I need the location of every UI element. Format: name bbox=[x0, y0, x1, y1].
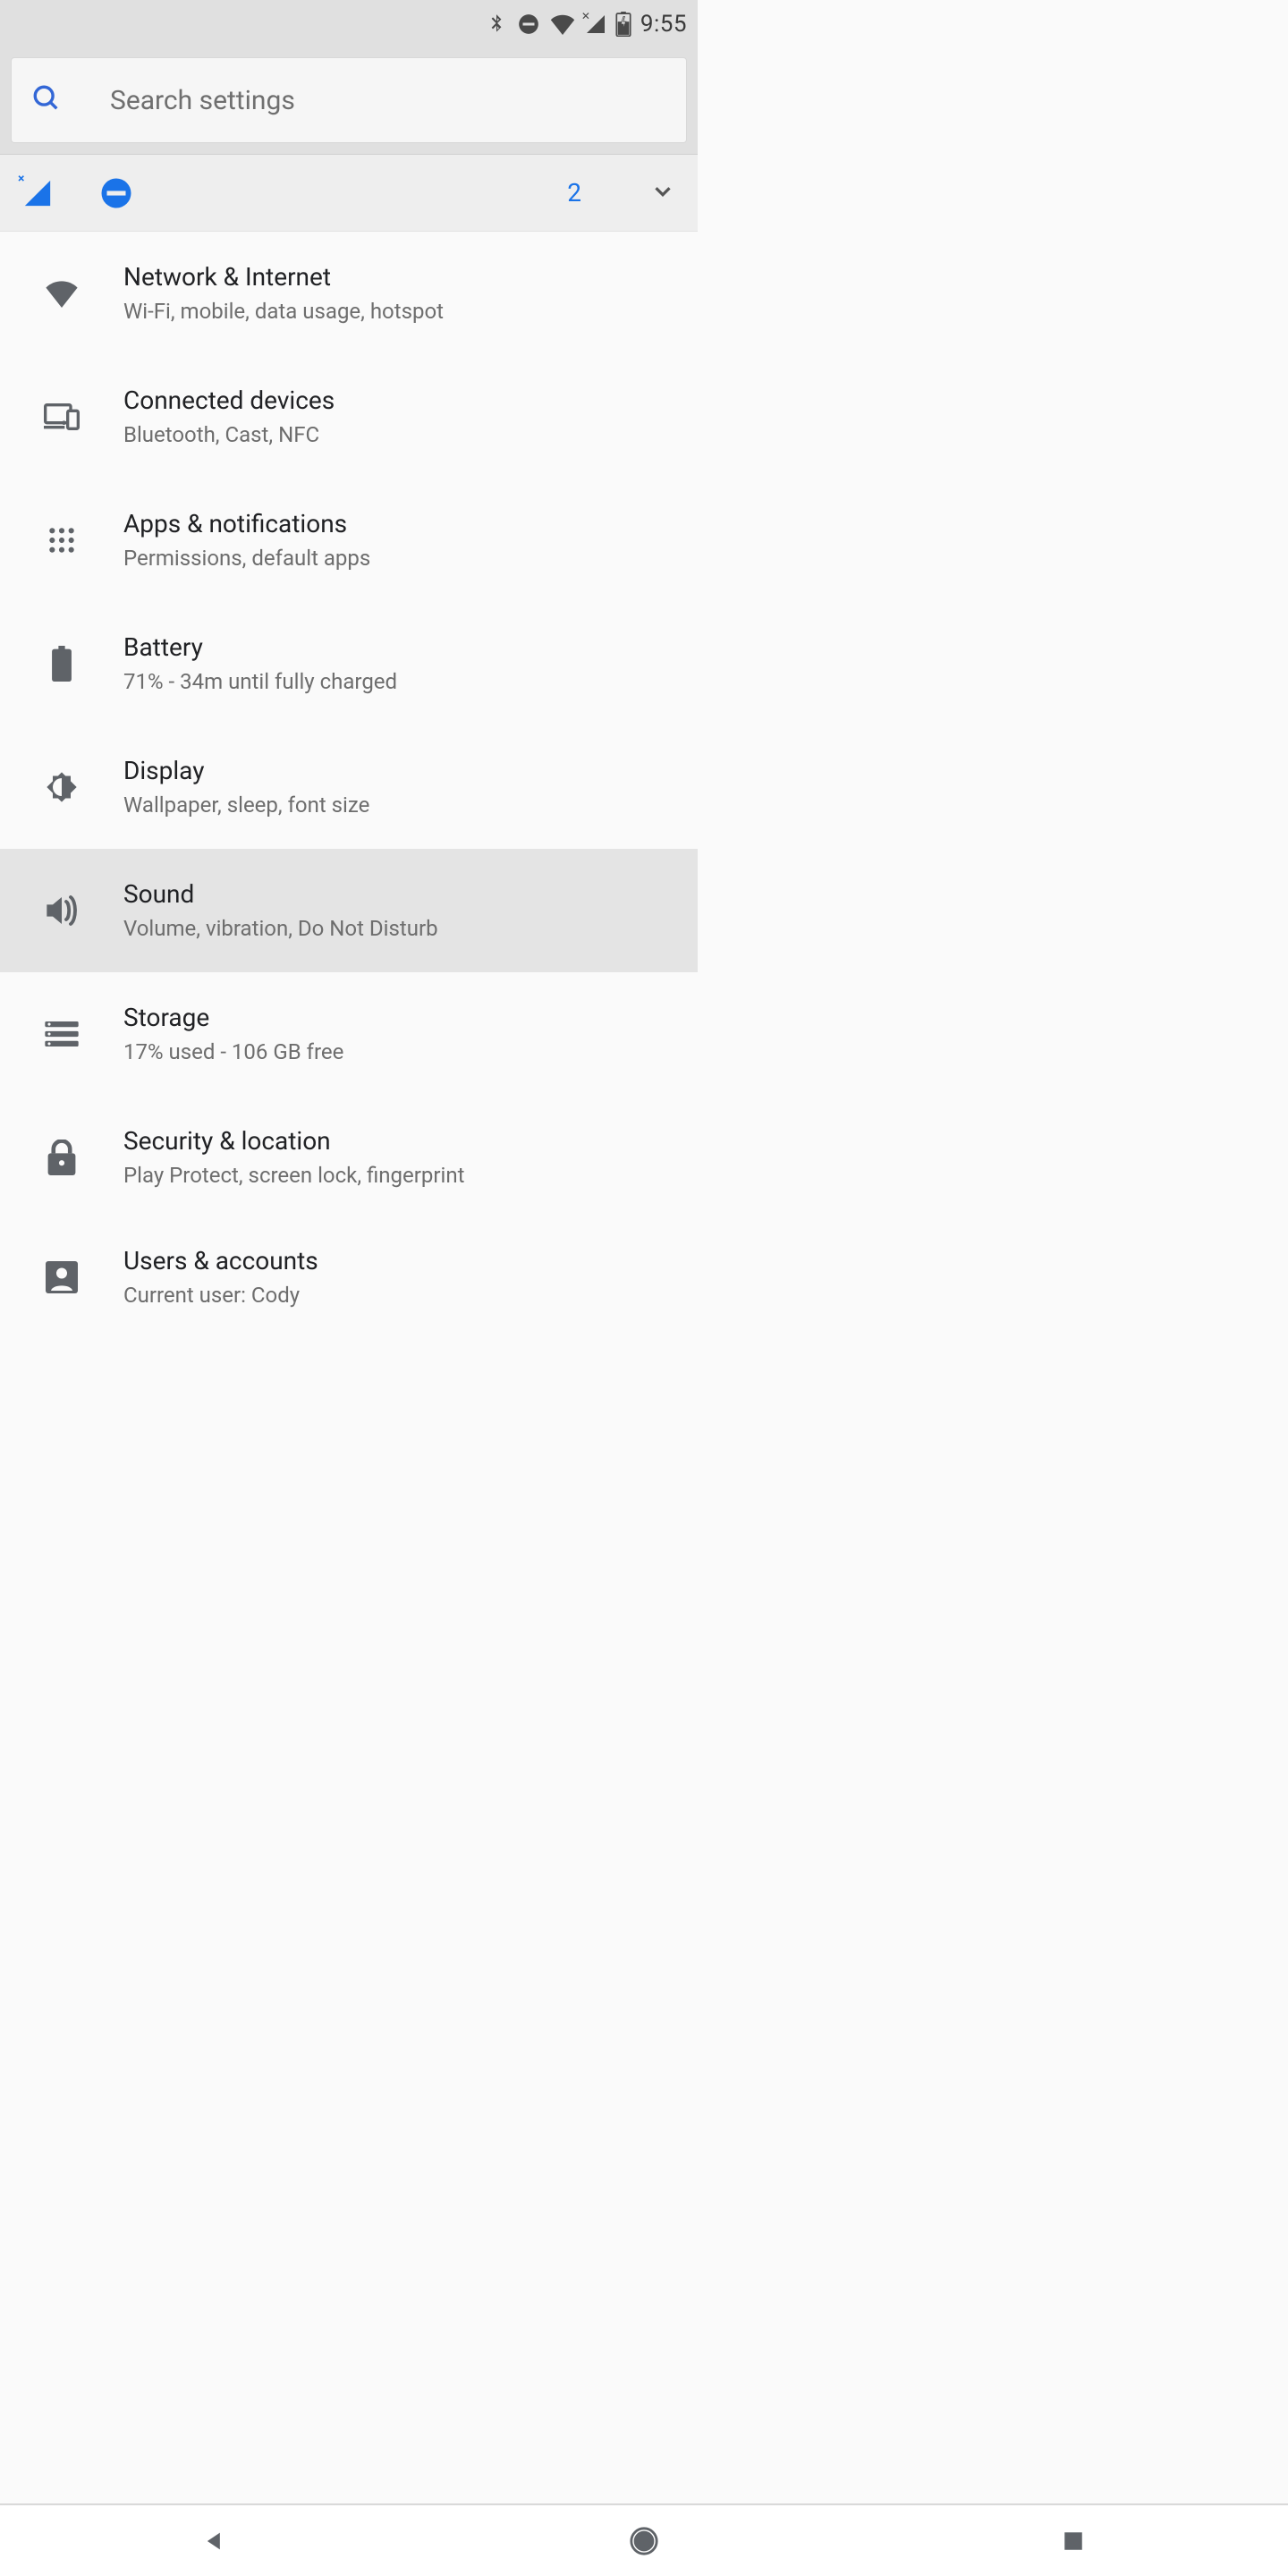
settings-item-text: Connected devices Bluetooth, Cast, NFC bbox=[123, 385, 698, 449]
settings-item-subtitle: Wi-Fi, mobile, data usage, hotspot bbox=[123, 298, 680, 326]
settings-item-sound[interactable]: Sound Volume, vibration, Do Not Disturb bbox=[0, 849, 698, 972]
settings-item-connected[interactable]: Connected devices Bluetooth, Cast, NFC bbox=[0, 355, 698, 479]
suggestion-strip[interactable]: × 2 bbox=[0, 155, 698, 232]
settings-item-subtitle: Wallpaper, sleep, font size bbox=[123, 792, 680, 819]
search-icon bbox=[31, 83, 62, 117]
settings-item-display[interactable]: Display Wallpaper, sleep, font size bbox=[0, 725, 698, 849]
settings-item-text: Network & Internet Wi-Fi, mobile, data us… bbox=[123, 261, 698, 326]
settings-item-apps[interactable]: Apps & notifications Permissions, default… bbox=[0, 479, 698, 602]
devices-icon bbox=[0, 403, 123, 430]
settings-item-title: Storage bbox=[123, 1002, 680, 1033]
do-not-disturb-status-icon bbox=[517, 13, 540, 36]
settings-item-title: Security & location bbox=[123, 1125, 680, 1157]
settings-item-title: Users & accounts bbox=[123, 1245, 680, 1276]
settings-item-title: Network & Internet bbox=[123, 261, 680, 292]
settings-item-text: Apps & notifications Permissions, default… bbox=[123, 508, 698, 572]
settings-item-text: Sound Volume, vibration, Do Not Disturb bbox=[123, 878, 698, 943]
chevron-down-icon bbox=[649, 178, 676, 208]
lock-icon bbox=[0, 1140, 123, 1175]
cell-signal-icon: ✕ bbox=[585, 13, 606, 35]
settings-item-subtitle: Bluetooth, Cast, NFC bbox=[123, 421, 680, 449]
battery-status-icon bbox=[615, 12, 631, 37]
wifi-status-icon bbox=[549, 13, 576, 35]
settings-item-storage[interactable]: Storage 17% used - 106 GB free bbox=[0, 972, 698, 1096]
settings-item-text: Storage 17% used - 106 GB free bbox=[123, 1002, 698, 1066]
settings-item-subtitle: Volume, vibration, Do Not Disturb bbox=[123, 915, 680, 943]
settings-item-text: Users & accounts Current user: Cody bbox=[123, 1245, 698, 1309]
settings-item-title: Apps & notifications bbox=[123, 508, 680, 539]
sound-icon bbox=[0, 894, 123, 927]
home-button[interactable] bbox=[624, 2521, 664, 2561]
settings-item-title: Display bbox=[123, 755, 680, 786]
bluetooth-icon bbox=[485, 11, 508, 38]
settings-item-text: Battery 71% - 34m until fully charged bbox=[123, 631, 698, 696]
wifi-icon bbox=[0, 279, 123, 308]
dnd-suggestion-icon bbox=[100, 177, 132, 209]
suggestion-count: 2 bbox=[567, 178, 581, 208]
account-icon bbox=[0, 1261, 123, 1293]
battery-icon bbox=[0, 646, 123, 682]
settings-item-text: Display Wallpaper, sleep, font size bbox=[123, 755, 698, 819]
search-placeholder: Search settings bbox=[110, 85, 295, 116]
storage-icon bbox=[0, 1021, 123, 1046]
settings-item-subtitle: Current user: Cody bbox=[123, 1282, 680, 1309]
settings-item-title: Battery bbox=[123, 631, 680, 663]
settings-item-subtitle: Play Protect, screen lock, fingerprint bbox=[123, 1162, 680, 1190]
navigation-bar bbox=[0, 2504, 1288, 2576]
clock-time: 9:55 bbox=[640, 11, 687, 38]
settings-item-battery[interactable]: Battery 71% - 34m until fully charged bbox=[0, 602, 698, 725]
settings-item-network[interactable]: Network & Internet Wi-Fi, mobile, data us… bbox=[0, 232, 698, 355]
cell-no-signal-suggestion-icon: × bbox=[21, 177, 54, 209]
settings-list: Network & Internet Wi-Fi, mobile, data us… bbox=[0, 232, 698, 1325]
settings-item-title: Sound bbox=[123, 878, 680, 910]
search-section: Search settings bbox=[0, 48, 698, 155]
recents-button[interactable] bbox=[1054, 2521, 1093, 2561]
settings-item-users[interactable]: Users & accounts Current user: Cody bbox=[0, 1219, 698, 1325]
settings-item-subtitle: Permissions, default apps bbox=[123, 545, 680, 572]
settings-item-title: Connected devices bbox=[123, 385, 680, 416]
settings-item-subtitle: 71% - 34m until fully charged bbox=[123, 668, 680, 696]
search-settings-card[interactable]: Search settings bbox=[11, 57, 687, 143]
back-button[interactable] bbox=[195, 2521, 234, 2561]
settings-item-security[interactable]: Security & location Play Protect, screen … bbox=[0, 1096, 698, 1219]
apps-icon bbox=[0, 526, 123, 555]
settings-item-subtitle: 17% used - 106 GB free bbox=[123, 1038, 680, 1066]
status-bar: ✕ 9:55 bbox=[0, 0, 698, 48]
settings-item-text: Security & location Play Protect, screen … bbox=[123, 1125, 698, 1190]
brightness-icon bbox=[0, 769, 123, 805]
